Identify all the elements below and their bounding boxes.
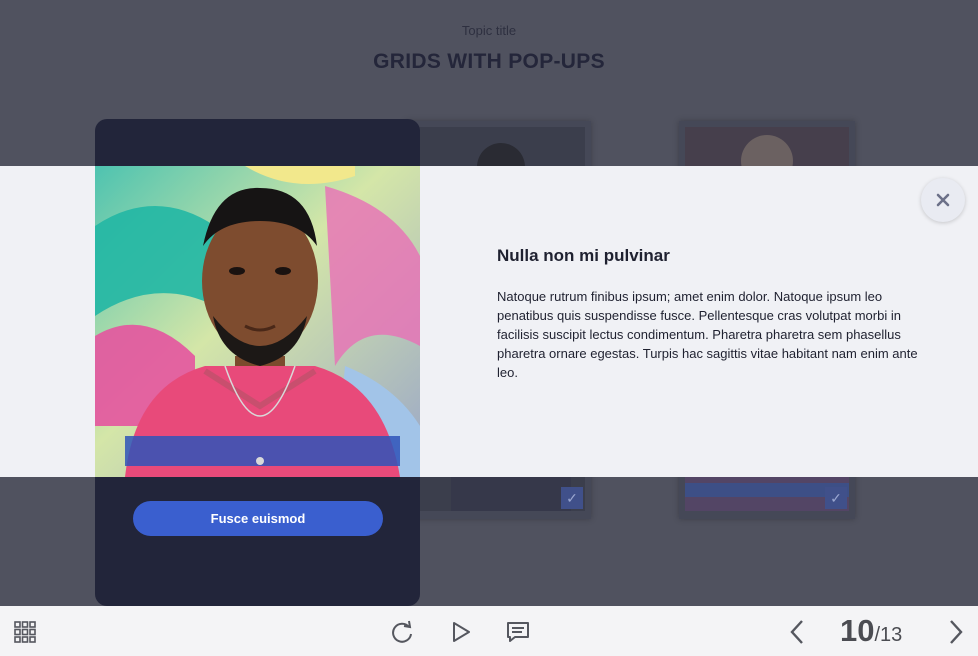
- checkmark-icon: ✓: [825, 487, 847, 509]
- current-slide-number: 10: [840, 613, 875, 648]
- popup-card: Fusce euismod: [95, 119, 420, 606]
- checkmark-icon: ✓: [561, 487, 583, 509]
- portrait-image: [95, 166, 420, 477]
- fusce-euismod-button[interactable]: Fusce euismod: [133, 501, 383, 536]
- chevron-left-icon[interactable]: [784, 619, 810, 645]
- slide-counter: 10 /13: [840, 613, 902, 649]
- notes-icon[interactable]: [505, 619, 531, 645]
- portrait-photo: [95, 166, 420, 477]
- grid-menu-icon[interactable]: [12, 619, 38, 645]
- topic-label: Topic title: [461, 23, 517, 38]
- slide-title: GRIDS WITH POP-UPS: [373, 50, 605, 73]
- chevron-right-icon[interactable]: [943, 619, 969, 645]
- replay-icon[interactable]: [389, 619, 415, 645]
- play-icon[interactable]: [448, 619, 474, 645]
- close-button[interactable]: [921, 178, 965, 222]
- close-icon: [936, 193, 950, 207]
- total-slides: /13: [874, 624, 903, 646]
- popup-body-text: Natoque rutrum finibus ipsum; amet enim …: [497, 289, 918, 380]
- popup-heading: Nulla non mi pulvinar: [497, 246, 670, 265]
- player-toolbar: [0, 606, 978, 656]
